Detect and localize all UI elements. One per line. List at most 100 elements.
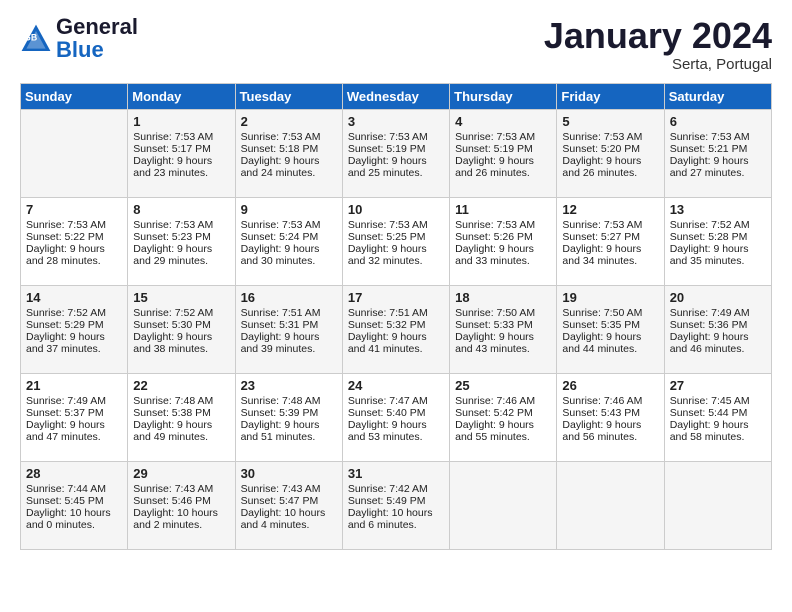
sunset-text: Sunset: 5:42 PM <box>455 407 551 419</box>
calendar-cell: 19Sunrise: 7:50 AMSunset: 5:35 PMDayligh… <box>557 285 664 373</box>
calendar-week-row: 7Sunrise: 7:53 AMSunset: 5:22 PMDaylight… <box>21 197 772 285</box>
sunrise-text: Sunrise: 7:53 AM <box>241 131 337 143</box>
logo-general-text: General <box>56 14 138 39</box>
sunrise-text: Sunrise: 7:53 AM <box>562 219 658 231</box>
daylight-text: Daylight: 9 hours and 56 minutes. <box>562 419 658 443</box>
day-number: 26 <box>562 378 658 393</box>
calendar-cell: 13Sunrise: 7:52 AMSunset: 5:28 PMDayligh… <box>664 197 771 285</box>
daylight-text: Daylight: 9 hours and 35 minutes. <box>670 243 766 267</box>
main-container: GB General Blue January 2024 Serta, Port… <box>0 0 792 560</box>
day-number: 24 <box>348 378 444 393</box>
sunrise-text: Sunrise: 7:53 AM <box>670 131 766 143</box>
weekday-header-thursday: Thursday <box>450 83 557 109</box>
logo: GB General Blue <box>20 16 138 62</box>
daylight-text: Daylight: 9 hours and 53 minutes. <box>348 419 444 443</box>
sunrise-text: Sunrise: 7:43 AM <box>133 483 229 495</box>
day-number: 7 <box>26 202 122 217</box>
day-number: 16 <box>241 290 337 305</box>
day-number: 31 <box>348 466 444 481</box>
calendar-cell: 26 Sunrise: 7:46 AMSunset: 5:43 PMDayligh… <box>557 373 664 461</box>
day-number: 1 <box>133 114 229 129</box>
sunset-text: Sunset: 5:21 PM <box>670 143 766 155</box>
weekday-header-friday: Friday <box>557 83 664 109</box>
day-number: 30 <box>241 466 337 481</box>
day-number: 6 <box>670 114 766 129</box>
calendar-cell <box>21 109 128 197</box>
daylight-text: Daylight: 10 hours and 0 minutes. <box>26 507 122 531</box>
sunset-text: Sunset: 5:44 PM <box>670 407 766 419</box>
day-number: 27 <box>670 378 766 393</box>
sunrise-text: Sunrise: 7:53 AM <box>26 219 122 231</box>
sunrise-text: Sunrise: 7:53 AM <box>348 219 444 231</box>
calendar-cell: 21Sunrise: 7:49 AMSunset: 5:37 PMDayligh… <box>21 373 128 461</box>
day-number: 10 <box>348 202 444 217</box>
daylight-text: Daylight: 9 hours and 49 minutes. <box>133 419 229 443</box>
calendar-cell: 12Sunrise: 7:53 AMSunset: 5:27 PMDayligh… <box>557 197 664 285</box>
sunset-text: Sunset: 5:35 PM <box>562 319 658 331</box>
sunrise-text: Sunrise: 7:49 AM <box>670 307 766 319</box>
daylight-text: Daylight: 10 hours and 6 minutes. <box>348 507 444 531</box>
day-number: 25 <box>455 378 551 393</box>
day-number: 23 <box>241 378 337 393</box>
sunset-text: Sunset: 5:23 PM <box>133 231 229 243</box>
sunset-text: Sunset: 5:47 PM <box>241 495 337 507</box>
daylight-text: Daylight: 9 hours and 33 minutes. <box>455 243 551 267</box>
sunrise-text: Sunrise: 7:47 AM <box>348 395 444 407</box>
daylight-text: Daylight: 9 hours and 29 minutes. <box>133 243 229 267</box>
calendar-cell: 7Sunrise: 7:53 AMSunset: 5:22 PMDaylight… <box>21 197 128 285</box>
sunset-text: Sunset: 5:49 PM <box>348 495 444 507</box>
sunset-text: Sunset: 5:45 PM <box>26 495 122 507</box>
sunset-text: Sunset: 5:40 PM <box>348 407 444 419</box>
calendar-cell: 5Sunrise: 7:53 AMSunset: 5:20 PMDaylight… <box>557 109 664 197</box>
day-number: 22 <box>133 378 229 393</box>
weekday-header-monday: Monday <box>128 83 235 109</box>
calendar-cell: 31Sunrise: 7:42 AMSunset: 5:49 PMDayligh… <box>342 461 449 549</box>
sunrise-text: Sunrise: 7:45 AM <box>670 395 766 407</box>
daylight-text: Daylight: 9 hours and 23 minutes. <box>133 155 229 179</box>
daylight-text: Daylight: 9 hours and 26 minutes. <box>562 155 658 179</box>
sunrise-text: Sunrise: 7:46 AM <box>562 395 658 407</box>
header: GB General Blue January 2024 Serta, Port… <box>20 16 772 73</box>
calendar-cell: 8Sunrise: 7:53 AMSunset: 5:23 PMDaylight… <box>128 197 235 285</box>
calendar-cell: 2Sunrise: 7:53 AMSunset: 5:18 PMDaylight… <box>235 109 342 197</box>
sunset-text: Sunset: 5:20 PM <box>562 143 658 155</box>
calendar-cell: 22 Sunrise: 7:48 AMSunset: 5:38 PMDayligh… <box>128 373 235 461</box>
daylight-text: Daylight: 9 hours and 58 minutes. <box>670 419 766 443</box>
sunrise-text: Sunrise: 7:51 AM <box>241 307 337 319</box>
calendar-cell: 6Sunrise: 7:53 AMSunset: 5:21 PMDaylight… <box>664 109 771 197</box>
sunset-text: Sunset: 5:46 PM <box>133 495 229 507</box>
sunrise-text: Sunrise: 7:49 AM <box>26 395 122 407</box>
sunrise-text: Sunrise: 7:46 AM <box>455 395 551 407</box>
calendar-cell: 15Sunrise: 7:52 AMSunset: 5:30 PMDayligh… <box>128 285 235 373</box>
day-number: 9 <box>241 202 337 217</box>
calendar-cell: 3Sunrise: 7:53 AMSunset: 5:19 PMDaylight… <box>342 109 449 197</box>
calendar-cell: 27 Sunrise: 7:45 AMSunset: 5:44 PMDayligh… <box>664 373 771 461</box>
sunset-text: Sunset: 5:33 PM <box>455 319 551 331</box>
calendar-week-row: 14Sunrise: 7:52 AMSunset: 5:29 PMDayligh… <box>21 285 772 373</box>
sunrise-text: Sunrise: 7:50 AM <box>455 307 551 319</box>
daylight-text: Daylight: 9 hours and 37 minutes. <box>26 331 122 355</box>
sunset-text: Sunset: 5:18 PM <box>241 143 337 155</box>
title-block: January 2024 Serta, Portugal <box>544 16 772 73</box>
sunrise-text: Sunrise: 7:53 AM <box>562 131 658 143</box>
sunset-text: Sunset: 5:43 PM <box>562 407 658 419</box>
calendar-cell: 14Sunrise: 7:52 AMSunset: 5:29 PMDayligh… <box>21 285 128 373</box>
sunrise-text: Sunrise: 7:53 AM <box>241 219 337 231</box>
day-number: 2 <box>241 114 337 129</box>
sunset-text: Sunset: 5:38 PM <box>133 407 229 419</box>
calendar-table: SundayMondayTuesdayWednesdayThursdayFrid… <box>20 83 772 550</box>
daylight-text: Daylight: 9 hours and 39 minutes. <box>241 331 337 355</box>
sunrise-text: Sunrise: 7:48 AM <box>133 395 229 407</box>
calendar-cell <box>557 461 664 549</box>
calendar-week-row: 1Sunrise: 7:53 AMSunset: 5:17 PMDaylight… <box>21 109 772 197</box>
weekday-header-sunday: Sunday <box>21 83 128 109</box>
calendar-cell: 30Sunrise: 7:43 AMSunset: 5:47 PMDayligh… <box>235 461 342 549</box>
calendar-cell: 11Sunrise: 7:53 AMSunset: 5:26 PMDayligh… <box>450 197 557 285</box>
sunset-text: Sunset: 5:19 PM <box>455 143 551 155</box>
calendar-cell: 1Sunrise: 7:53 AMSunset: 5:17 PMDaylight… <box>128 109 235 197</box>
sunset-text: Sunset: 5:29 PM <box>26 319 122 331</box>
calendar-cell <box>664 461 771 549</box>
day-number: 18 <box>455 290 551 305</box>
calendar-cell: 23Sunrise: 7:48 AMSunset: 5:39 PMDayligh… <box>235 373 342 461</box>
daylight-text: Daylight: 9 hours and 44 minutes. <box>562 331 658 355</box>
